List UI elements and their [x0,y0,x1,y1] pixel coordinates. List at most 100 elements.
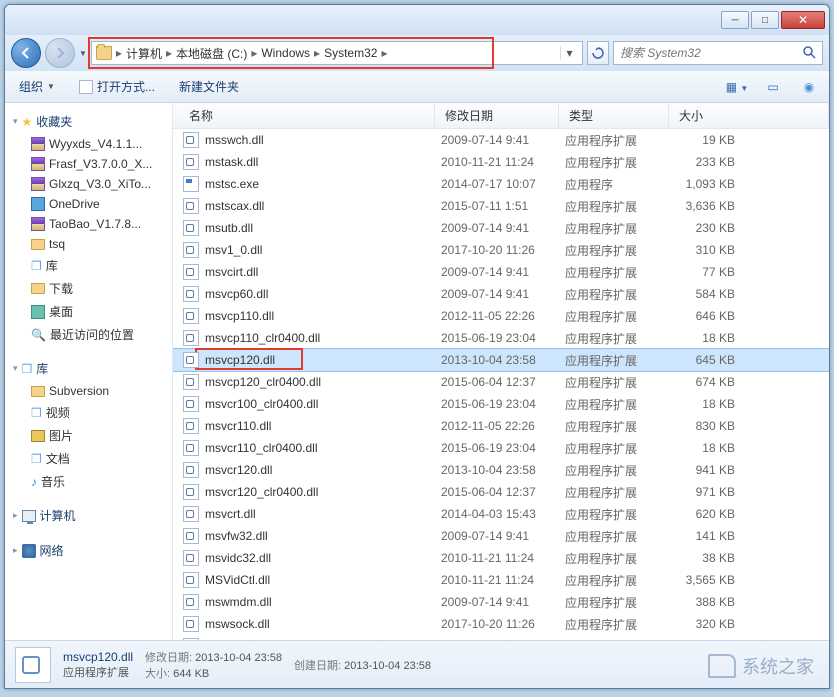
file-size: 941 KB [675,463,743,477]
help-button[interactable]: ◉ [797,80,821,94]
file-row[interactable]: msvcr110_clr0400.dll 2015-06-19 23:04 应用… [173,437,829,459]
chevron-right-icon[interactable]: ▸ [251,46,257,60]
file-row[interactable]: mstscax.dll 2015-07-11 1:51 应用程序扩展 3,636… [173,195,829,217]
file-row[interactable]: msv1_0.dll 2017-10-20 11:26 应用程序扩展 310 K… [173,239,829,261]
file-row[interactable]: msswch.dll 2009-07-14 9:41 应用程序扩展 19 KB [173,129,829,151]
column-header-name[interactable]: 名称 [173,103,435,128]
file-row[interactable]: msutb.dll 2009-07-14 9:41 应用程序扩展 230 KB [173,217,829,239]
maximize-button[interactable]: □ [751,11,779,29]
expand-icon: ▾ [13,363,18,374]
sidebar-item[interactable]: Frasf_V3.7.0.0_X... [5,154,172,174]
nav-bar: ▼ ▸ 计算机 ▸ 本地磁盘 (C:) ▸ Windows ▸ System32… [5,35,829,71]
sidebar-network-header[interactable]: ▸ 网络 [5,538,172,563]
dll-icon [183,220,199,236]
search-box[interactable] [613,41,823,65]
file-date: 2014-07-17 10:07 [441,177,565,191]
file-row[interactable]: msvcrt.dll 2014-04-03 15:43 应用程序扩展 620 K… [173,503,829,525]
file-row[interactable]: msvcr110.dll 2012-11-05 22:26 应用程序扩展 830… [173,415,829,437]
sidebar-item[interactable]: 桌面 [5,300,172,323]
file-row[interactable]: msvcp120_clr0400.dll 2015-06-04 12:37 应用… [173,371,829,393]
file-size: 19 KB [675,133,743,147]
sidebar-item[interactable]: TaoBao_V1.7.8... [5,214,172,234]
new-folder-button[interactable]: 新建文件夹 [173,75,245,98]
file-type: 应用程序扩展 [565,616,675,633]
sidebar-computer-group: ▸ 计算机 [5,503,172,528]
file-name: msvcp120_clr0400.dll [205,375,321,389]
preview-pane-button[interactable]: ▭ [761,80,785,94]
address-dropdown-button[interactable]: ▾ [560,46,578,60]
sidebar-item[interactable]: Subversion [5,381,172,401]
sidebar-item[interactable]: ❐文档 [5,447,172,470]
chevron-right-icon[interactable]: ▸ [381,46,387,60]
pictures-icon [31,430,45,442]
sidebar-item[interactable]: Glxzq_V3.0_XiTo... [5,174,172,194]
file-list[interactable]: msswch.dll 2009-07-14 9:41 应用程序扩展 19 KB … [173,129,829,640]
sidebar-computer-header[interactable]: ▸ 计算机 [5,503,172,528]
chevron-right-icon[interactable]: ▸ [166,46,172,60]
file-row[interactable]: msvcp60.dll 2009-07-14 9:41 应用程序扩展 584 K… [173,283,829,305]
sidebar-item[interactable]: ❐库 [5,254,172,277]
sidebar-item[interactable]: 🔍最近访问的位置 [5,323,172,346]
file-row[interactable]: msvfw32.dll 2009-07-14 9:41 应用程序扩展 141 K… [173,525,829,547]
file-type: 应用程序扩展 [565,528,675,545]
file-row[interactable]: msvcr120.dll 2013-10-04 23:58 应用程序扩展 941… [173,459,829,481]
nav-history-dropdown[interactable]: ▼ [79,49,87,58]
close-button[interactable]: ✕ [781,11,825,29]
refresh-button[interactable] [587,41,609,65]
sidebar-libraries-header[interactable]: ▾ ❐ 库 [5,356,172,381]
file-row[interactable]: mswsock.dll 2017-10-20 11:26 应用程序扩展 320 … [173,613,829,635]
back-button[interactable] [11,38,41,68]
sidebar-item[interactable]: tsq [5,234,172,254]
forward-button[interactable] [45,38,75,68]
file-row[interactable]: msvcp110.dll 2012-11-05 22:26 应用程序扩展 646… [173,305,829,327]
sidebar-item[interactable]: 下载 [5,277,172,300]
search-icon[interactable] [802,45,816,62]
file-row[interactable]: mstask.dll 2010-11-21 11:24 应用程序扩展 233 K… [173,151,829,173]
file-size: 645 KB [675,353,743,367]
column-header-size[interactable]: 大小 [669,103,829,128]
file-row[interactable]: MSVidCtl.dll 2010-11-21 11:24 应用程序扩展 3,5… [173,569,829,591]
file-type: 应用程序扩展 [565,506,675,523]
sidebar-item[interactable]: ❐视频 [5,401,172,424]
sidebar-item[interactable]: OneDrive [5,194,172,214]
file-row[interactable]: msvcr100_clr0400.dll 2015-06-19 23:04 应用… [173,393,829,415]
dll-icon [183,418,199,434]
address-bar[interactable]: ▸ 计算机 ▸ 本地磁盘 (C:) ▸ Windows ▸ System32 ▸… [91,41,583,65]
file-date: 2009-07-14 9:41 [441,287,565,301]
sidebar-item[interactable]: Wyyxds_V4.1.1... [5,134,172,154]
file-type: 应用程序扩展 [565,352,675,369]
file-row[interactable]: msvcr120_clr0400.dll 2015-06-04 12:37 应用… [173,481,829,503]
organize-button[interactable]: 组织 ▼ [13,75,61,98]
chevron-right-icon[interactable]: ▸ [314,46,320,60]
view-options-button[interactable]: ▦ ▼ [725,80,749,94]
file-row[interactable]: mstsc.exe 2014-07-17 10:07 应用程序 1,093 KB [173,173,829,195]
file-name: mstask.dll [205,155,258,169]
file-row[interactable]: msvcirt.dll 2009-07-14 9:41 应用程序扩展 77 KB [173,261,829,283]
column-header-type[interactable]: 类型 [559,103,669,128]
breadcrumb-computer[interactable]: 计算机 [126,45,162,62]
dll-icon [183,198,199,214]
sidebar-item-label: 音乐 [41,473,65,490]
breadcrumb-system32[interactable]: System32 [324,46,377,60]
chevron-right-icon[interactable]: ▸ [116,46,122,60]
column-header-date[interactable]: 修改日期 [435,103,559,128]
sidebar-item-label: TaoBao_V1.7.8... [49,217,141,231]
file-row[interactable]: msvcp110_clr0400.dll 2015-06-19 23:04 应用… [173,327,829,349]
sidebar-item[interactable]: 图片 [5,424,172,447]
sidebar-item[interactable]: ♪音乐 [5,470,172,493]
file-date: 2009-07-14 9:41 [441,265,565,279]
file-name: msswch.dll [205,133,264,147]
file-row[interactable]: msvidc32.dll 2010-11-21 11:24 应用程序扩展 38 … [173,547,829,569]
file-type: 应用程序扩展 [565,484,675,501]
sidebar-favorites-header[interactable]: ▾ ★ 收藏夹 [5,109,172,134]
minimize-button[interactable]: ─ [721,11,749,29]
status-bar: msvcp120.dll 应用程序扩展 修改日期: 2013-10-04 23:… [5,640,829,688]
file-date: 2012-11-05 22:26 [441,419,565,433]
open-with-button[interactable]: 打开方式... [73,75,161,98]
file-row[interactable]: mswmdm.dll 2009-07-14 9:41 应用程序扩展 388 KB [173,591,829,613]
search-input[interactable] [620,46,802,60]
breadcrumb-drive-c[interactable]: 本地磁盘 (C:) [176,45,247,62]
file-name: msvfw32.dll [205,529,268,543]
file-row[interactable]: msvcp120.dll 2013-10-04 23:58 应用程序扩展 645… [173,349,829,371]
breadcrumb-windows[interactable]: Windows [261,46,310,60]
